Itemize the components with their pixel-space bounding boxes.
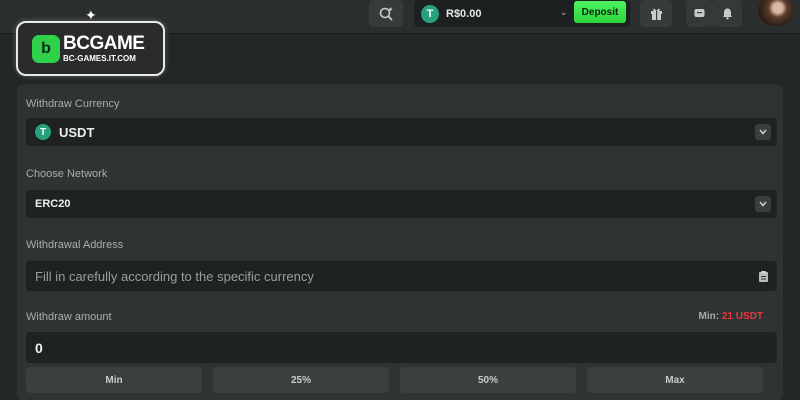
- min-amount-note: Min: 21 USDT: [699, 311, 763, 322]
- logo-site: BC-GAMES.IT.COM: [63, 53, 136, 63]
- network-dropdown-button[interactable]: [755, 196, 771, 212]
- min-value: 21 USDT: [721, 311, 763, 322]
- amount-input[interactable]: 0: [26, 332, 777, 363]
- deposit-button[interactable]: Deposit: [574, 1, 626, 23]
- tether-icon: T: [421, 4, 439, 23]
- address-placeholder: Fill in carefully according to the speci…: [35, 268, 314, 284]
- address-label: Withdrawal Address: [26, 239, 124, 251]
- network-label: Choose Network: [26, 168, 108, 180]
- currency-select[interactable]: T USDT: [26, 118, 777, 146]
- paste-button[interactable]: [755, 268, 771, 284]
- withdraw-panel: Withdraw Currency T USDT Choose Network …: [17, 84, 783, 400]
- currency-label: Withdraw Currency: [26, 98, 120, 110]
- site-logo: b BCGAME BC-GAMES.IT.COM: [16, 21, 165, 76]
- amount-value: 0: [35, 339, 43, 356]
- chevron-down-icon: [759, 201, 767, 207]
- currency-dropdown-button[interactable]: [755, 124, 771, 140]
- half-amount-button[interactable]: 50%: [400, 367, 576, 393]
- max-amount-button[interactable]: Max: [587, 367, 763, 393]
- chat-button[interactable]: [686, 0, 712, 27]
- min-amount-button[interactable]: Min: [26, 367, 202, 393]
- search-icon: [379, 7, 393, 21]
- sparkle-icon: ✦: [85, 7, 97, 23]
- bcgame-logo-icon: b: [32, 34, 60, 63]
- gift-button[interactable]: [640, 0, 672, 27]
- user-avatar[interactable]: [758, 0, 794, 26]
- notifications-button[interactable]: [712, 0, 742, 27]
- balance-amount: R$0.00: [446, 7, 482, 20]
- logo-name: BCGAME: [63, 32, 145, 54]
- network-select[interactable]: ERC20: [26, 190, 777, 218]
- network-value: ERC20: [35, 198, 71, 210]
- bell-icon: [722, 8, 732, 20]
- tether-icon: T: [35, 124, 51, 140]
- search-button[interactable]: [369, 0, 403, 27]
- address-input[interactable]: Fill in carefully according to the speci…: [26, 261, 777, 291]
- min-label: Min:: [698, 311, 720, 322]
- gift-icon: [650, 8, 662, 20]
- amount-label: Withdraw amount: [26, 311, 112, 323]
- clipboard-icon: [758, 270, 768, 282]
- chat-icon: [694, 9, 704, 17]
- wallet-balance-selector[interactable]: T R$0.00 ⌄ Deposit: [414, 0, 630, 27]
- currency-value: USDT: [59, 124, 95, 140]
- chevron-down-icon: ⌄: [560, 7, 568, 17]
- chevron-down-icon: [759, 129, 767, 135]
- quarter-amount-button[interactable]: 25%: [213, 367, 389, 393]
